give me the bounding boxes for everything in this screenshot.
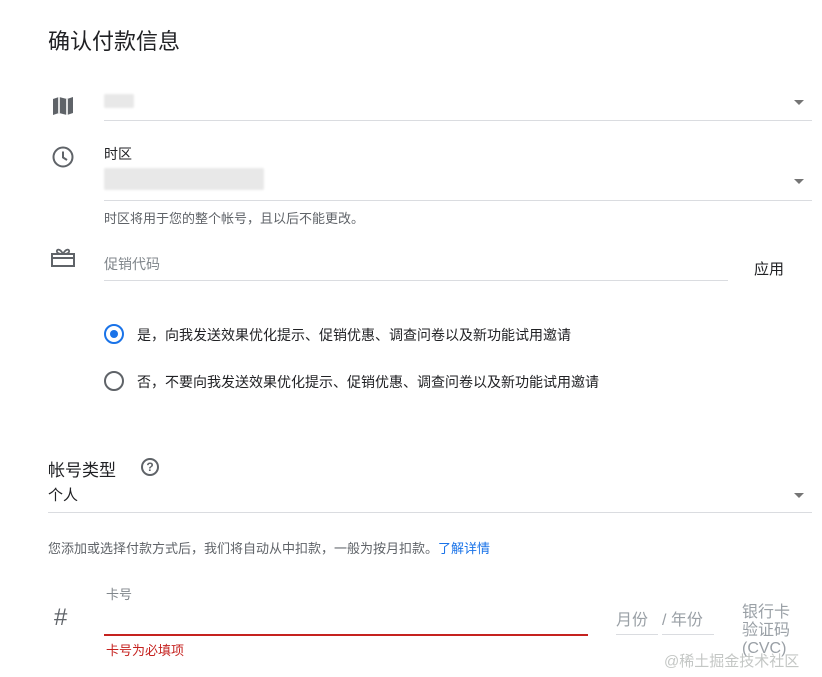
help-icon[interactable]: ?	[141, 458, 159, 476]
location-value-redacted	[104, 94, 134, 108]
card-number-input[interactable]	[104, 604, 588, 632]
learn-more-link[interactable]: 了解详情	[438, 541, 490, 556]
map-icon	[52, 96, 74, 116]
location-select[interactable]	[104, 86, 812, 121]
page-title: 确认付款信息	[48, 29, 181, 54]
timezone-select[interactable]	[104, 164, 812, 201]
account-type-label: 帐号类型	[48, 461, 116, 480]
promo-field[interactable]	[104, 250, 728, 281]
radio-opt-out[interactable]	[104, 371, 124, 391]
cvc-label-line2: 验证码	[742, 622, 791, 639]
radio-opt-out-label[interactable]: 否，不要向我发送效果优化提示、促销优惠、调查问卷以及新功能试用邀请	[137, 372, 599, 392]
watermark: @稀土掘金技术社区	[664, 653, 800, 670]
billing-info: 您添加或选择付款方式后，我们将自动从中扣款，一般为按月扣款。了解详情	[48, 538, 490, 557]
timezone-hint: 时区将用于您的整个帐号，且以后不能更改。	[104, 211, 365, 226]
timezone-label: 时区	[104, 146, 132, 162]
expiry-month-label: 月份	[616, 612, 649, 629]
billing-info-text: 您添加或选择付款方式后，我们将自动从中扣款，一般为按月扣款。	[48, 541, 439, 556]
card-number-error: 卡号为必填项	[106, 643, 185, 658]
chevron-down-icon	[794, 100, 804, 105]
clock-icon	[52, 146, 74, 168]
expiry-year-label: / 年份	[662, 612, 703, 629]
card-number-field[interactable]	[104, 604, 588, 636]
chevron-down-icon	[794, 179, 804, 184]
gift-icon	[50, 246, 76, 268]
hash-icon: #	[54, 604, 68, 631]
timezone-value-redacted	[104, 168, 264, 190]
card-number-label: 卡号	[106, 587, 133, 602]
cvc-label-line1: 银行卡	[742, 604, 791, 621]
account-type-value: 个人	[48, 487, 79, 504]
account-type-select[interactable]: 个人	[48, 484, 812, 513]
expiry-year-field[interactable]: / 年份	[662, 604, 714, 635]
radio-opt-in-label[interactable]: 是，向我发送效果优化提示、促销优惠、调查问卷以及新功能试用邀请	[137, 325, 571, 345]
radio-opt-in[interactable]	[104, 324, 124, 344]
apply-button[interactable]: 应用	[754, 258, 784, 279]
chevron-down-icon	[794, 493, 804, 498]
promo-input[interactable]	[104, 250, 728, 278]
expiry-month-field[interactable]: 月份	[616, 604, 658, 635]
